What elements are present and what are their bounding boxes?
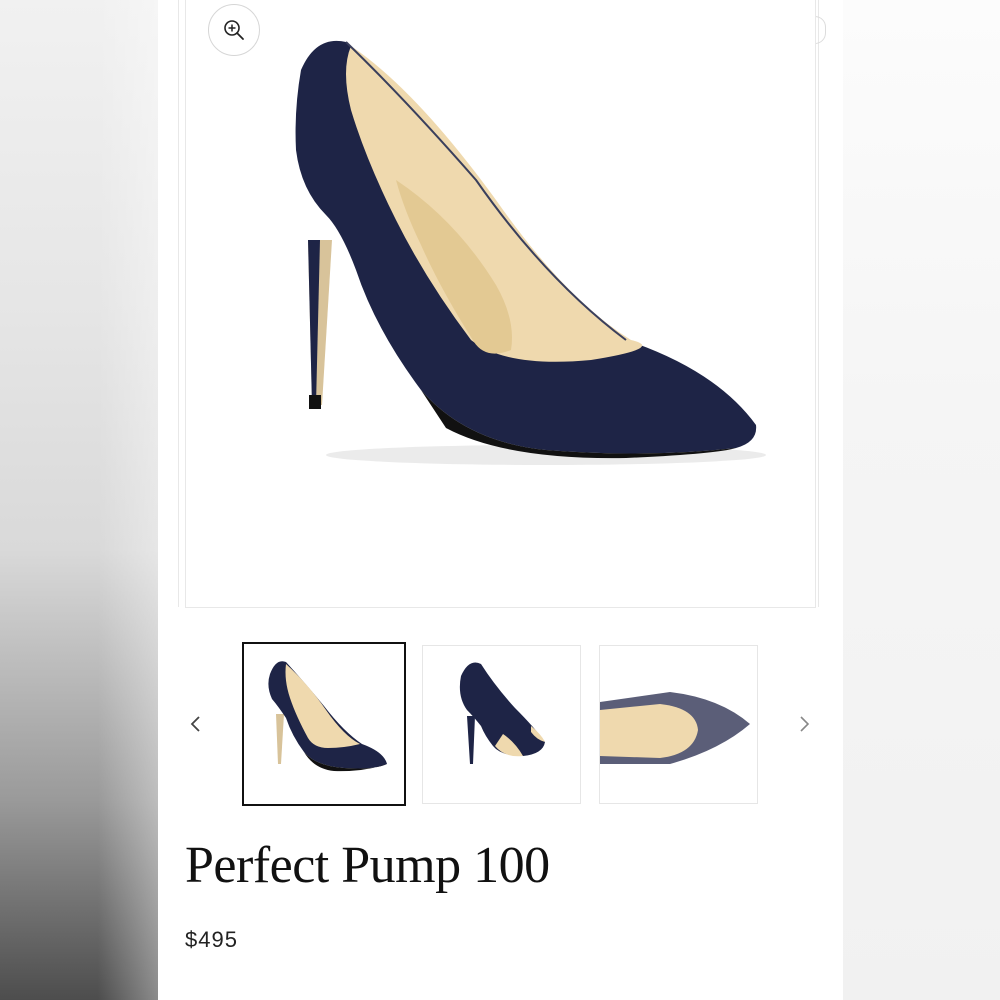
main-product-image[interactable] [185, 0, 816, 608]
next-slide-zoom-button [815, 16, 826, 44]
chevron-right-icon [800, 716, 810, 732]
thumbnail-carousel [158, 640, 843, 810]
shoe-side-view-thumbnail [268, 661, 387, 772]
background-right-blur [843, 0, 1000, 1000]
shoe-back-view-thumbnail [459, 662, 545, 764]
thumbnail-back-view[interactable] [422, 645, 581, 804]
shoe-side-view-image [295, 40, 766, 465]
product-price: $495 [185, 927, 238, 952]
thumbnail-top-view[interactable] [599, 645, 758, 804]
shoe-top-view-thumbnail [600, 692, 750, 764]
gallery-next-slide-peek [815, 0, 844, 607]
product-panel: Perfect Pump 100 $495 [158, 0, 843, 1000]
thumbnail-side-view[interactable] [242, 642, 406, 806]
product-title: Perfect Pump 100 [185, 837, 550, 894]
background-left-blur [0, 0, 158, 1000]
prev-thumbnail-button[interactable] [184, 712, 208, 736]
gallery-prev-slide-peek [158, 0, 179, 607]
next-thumbnail-button[interactable] [792, 712, 816, 736]
chevron-left-icon [190, 716, 200, 732]
zoom-in-icon [224, 20, 244, 40]
